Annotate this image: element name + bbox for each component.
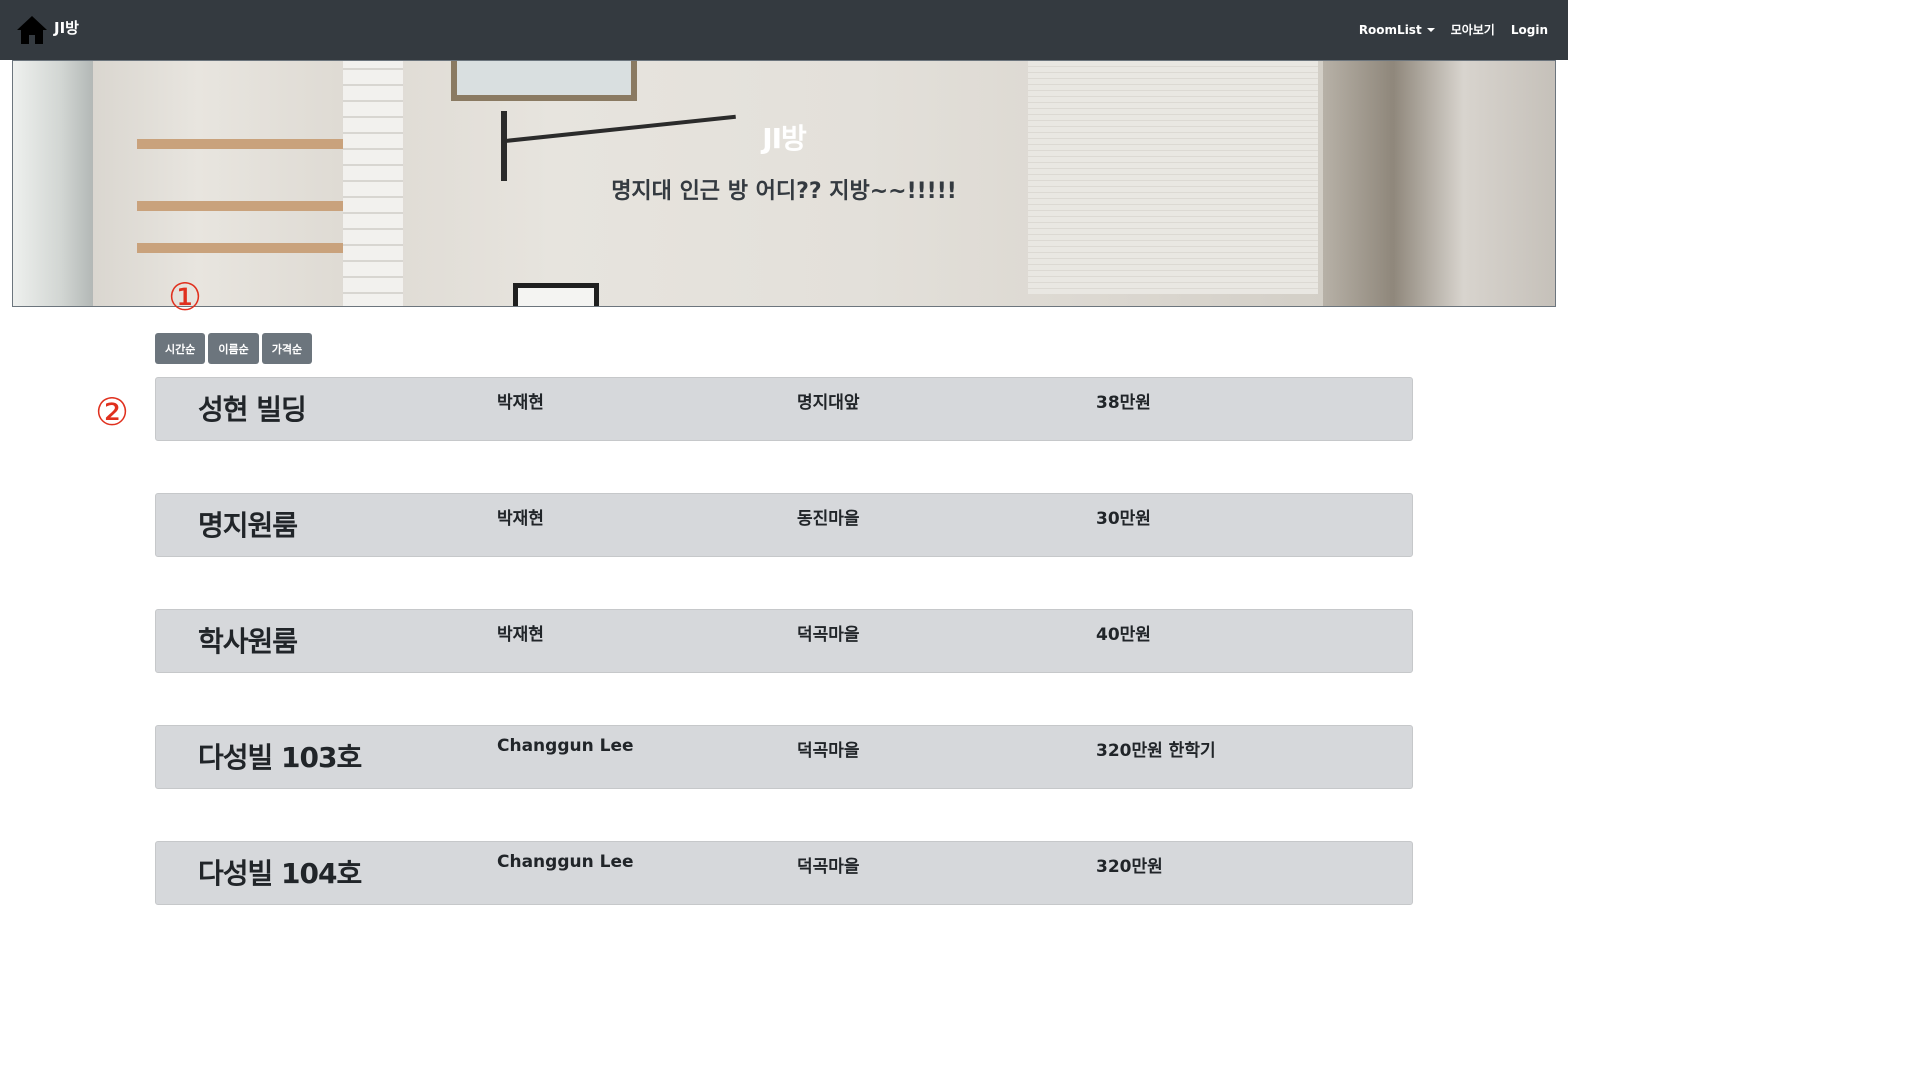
home-icon: [16, 14, 48, 46]
brand-text: JI방: [54, 18, 79, 37]
room-location: 덕곡마을: [797, 741, 860, 761]
room-name: 명지원룸: [198, 509, 298, 542]
annotation-marker-1: ①: [168, 275, 203, 319]
room-owner: 박재현: [497, 625, 544, 645]
room-list-item[interactable]: 다성빌 103호 Changgun Lee 덕곡마을 320만원 한학기: [155, 725, 1413, 789]
nav-roomlist-label: RoomList: [1358, 22, 1422, 37]
room-owner: Changgun Lee: [497, 852, 634, 872]
sort-by-time-button[interactable]: 시간순: [155, 333, 206, 364]
hero-subtitle: 명지대 인근 방 어디?? 지방~~!!!!!: [611, 179, 957, 204]
hero-title: JI방: [762, 122, 807, 155]
room-list-item[interactable]: 다성빌 104호 Changgun Lee 덕곡마을 320만원: [155, 841, 1413, 905]
room-owner: 박재현: [497, 509, 544, 529]
room-name: 학사원룸: [198, 625, 298, 658]
navbar-links: RoomList 모아보기 Login: [1359, 21, 1548, 38]
room-price: 320만원: [1096, 857, 1163, 877]
nav-login-link[interactable]: Login: [1511, 23, 1548, 37]
room-list-item[interactable]: 학사원룸 박재현 덕곡마을 40만원: [155, 609, 1413, 673]
nav-collection-link[interactable]: 모아보기: [1451, 21, 1495, 38]
sort-button-group: 시간순 이름순 가격순: [155, 333, 313, 364]
room-owner: 박재현: [497, 393, 544, 413]
caret-down-icon: [1426, 27, 1435, 32]
room-list-item[interactable]: 성현 빌딩 박재현 명지대앞 38만원: [155, 377, 1413, 441]
annotation-marker-2: ②: [95, 390, 130, 434]
sort-by-name-button[interactable]: 이름순: [208, 333, 259, 364]
room-price: 30만원: [1096, 509, 1151, 529]
hero-bg-window-frame: [451, 61, 637, 101]
room-location: 덕곡마을: [797, 625, 860, 645]
hero-banner: JI방 명지대 인근 방 어디?? 지방~~!!!!!: [12, 60, 1556, 307]
room-name: 다성빌 103호: [198, 741, 362, 774]
room-location: 덕곡마을: [797, 857, 860, 877]
room-location: 명지대앞: [797, 393, 860, 413]
navbar-brand[interactable]: JI방: [16, 14, 79, 46]
room-list-item[interactable]: 명지원룸 박재현 동진마을 30만원: [155, 493, 1413, 557]
hero-bg-picture-frame: [513, 283, 599, 306]
top-navbar: JI방 RoomList 모아보기 Login: [0, 0, 1568, 60]
room-name: 성현 빌딩: [198, 393, 307, 426]
room-name: 다성빌 104호: [198, 857, 362, 890]
room-location: 동진마을: [797, 509, 860, 529]
sort-by-price-button[interactable]: 가격순: [261, 333, 313, 364]
room-price: 40만원: [1096, 625, 1151, 645]
room-owner: Changgun Lee: [497, 736, 634, 756]
nav-roomlist-dropdown[interactable]: RoomList: [1359, 23, 1435, 37]
room-price: 320만원 한학기: [1096, 741, 1216, 761]
room-price: 38만원: [1096, 393, 1151, 413]
hero-bg-shelf: [137, 243, 345, 253]
